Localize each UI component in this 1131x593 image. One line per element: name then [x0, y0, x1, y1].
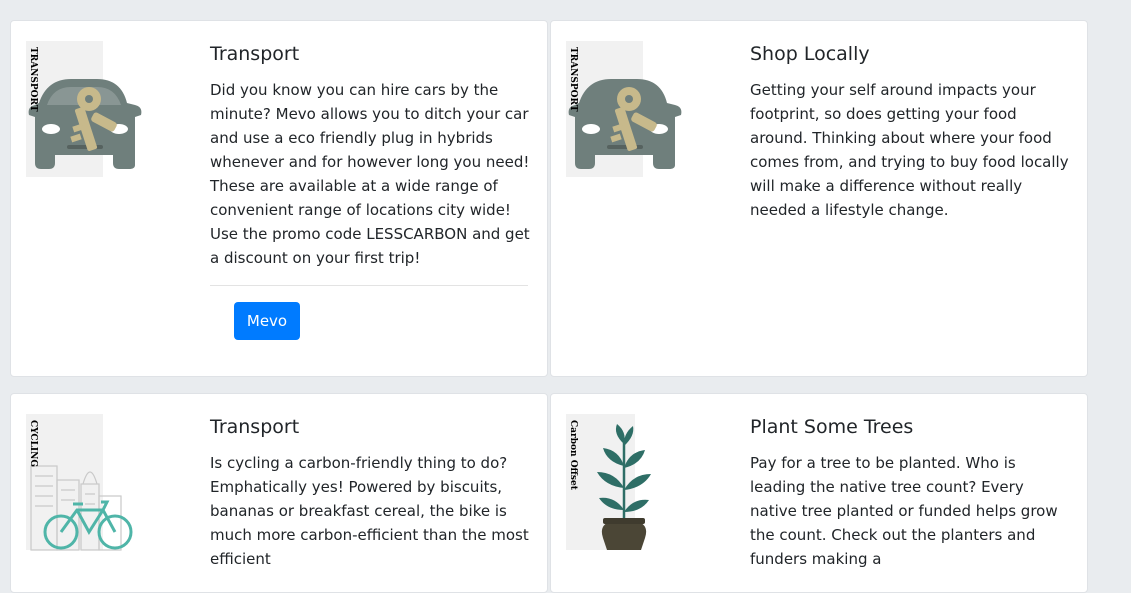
card-title: Plant Some Trees — [750, 416, 914, 438]
card-image: CYCLING — [26, 414, 133, 551]
card-image: TRANSPORT — [26, 41, 142, 177]
card-text: Is cycling a carbon-friendly thing to do… — [210, 454, 529, 568]
card-text: Getting your self around impacts your fo… — [750, 81, 1069, 219]
card-tag: CYCLING — [28, 420, 38, 468]
card-image: TRANSPORT — [566, 41, 682, 177]
card-transport-mevo: TRANSPORT Transport Did you know you can… — [10, 20, 548, 377]
card-title: Transport — [210, 416, 300, 438]
card-plant-trees: Carbon Offset Plant Some Trees Pay for a… — [550, 393, 1088, 593]
card-divider — [210, 285, 528, 286]
card-tag: TRANSPORT — [568, 47, 578, 112]
card-title: Transport — [210, 43, 300, 65]
card-text: Did you know you can hire cars by the mi… — [210, 81, 530, 267]
card-tag: Carbon Offset — [568, 420, 578, 490]
card-text: Pay for a tree to be planted. Who is lea… — [750, 454, 1058, 568]
card-title: Shop Locally — [750, 43, 870, 65]
card-cycling: CYCLING Transport Is cycling a carbon-fr… — [10, 393, 548, 593]
card-image: Carbon Offset — [566, 414, 651, 550]
card-tag: TRANSPORT — [28, 47, 38, 112]
card-shop-locally: TRANSPORT Shop Locally Getting your self… — [550, 20, 1088, 377]
mevo-button[interactable]: Mevo — [234, 302, 300, 340]
